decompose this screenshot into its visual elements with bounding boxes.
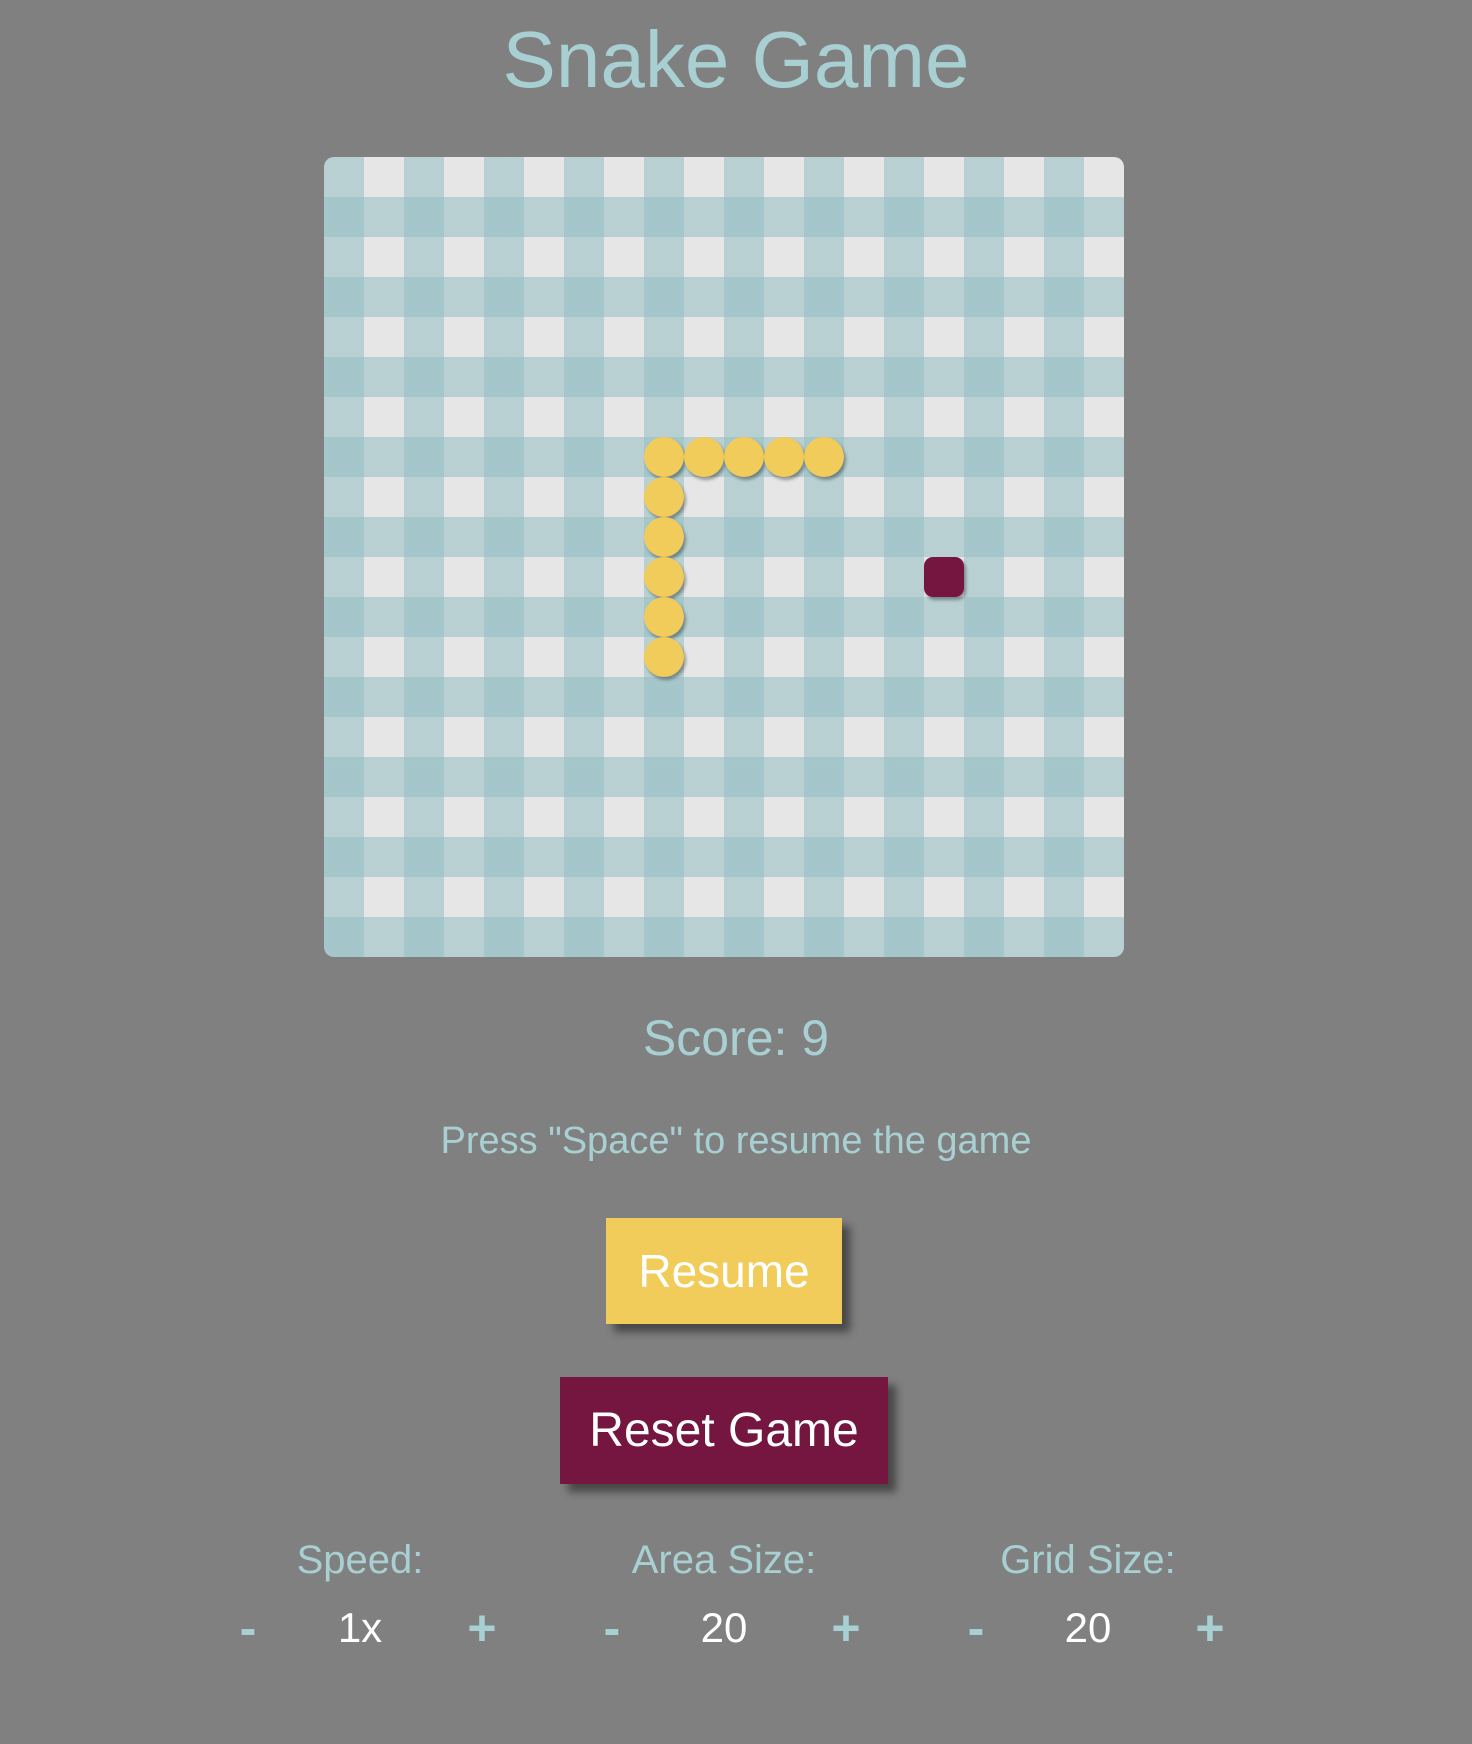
snake-segment xyxy=(724,437,764,477)
speed-increase-button[interactable]: + xyxy=(452,1598,512,1658)
game-board[interactable] xyxy=(324,157,1124,957)
score-display: Score: 9 xyxy=(642,1010,830,1066)
speed-label: Speed: xyxy=(296,1538,424,1582)
area-size-label: Area Size: xyxy=(631,1538,817,1582)
snake-segment xyxy=(644,517,684,557)
speed-value: 1x xyxy=(337,1604,383,1651)
resume-hint: Press "Space" to resume the game xyxy=(440,1120,1032,1162)
resume-button[interactable]: Resume xyxy=(606,1218,842,1324)
grid-size-increase-button[interactable]: + xyxy=(1180,1598,1240,1658)
food-item xyxy=(924,557,964,597)
snake-segment xyxy=(644,477,684,517)
snake-segment xyxy=(804,437,844,477)
page-title: Snake Game xyxy=(502,15,970,104)
snake-head xyxy=(644,437,684,477)
snake-segment xyxy=(644,637,684,677)
snake-segment xyxy=(764,437,804,477)
area-size-decrease-button[interactable]: - xyxy=(582,1598,642,1658)
snake-segment xyxy=(684,437,724,477)
grid-size-decrease-button[interactable]: - xyxy=(946,1598,1006,1658)
speed-decrease-button[interactable]: - xyxy=(218,1598,278,1658)
snake-segment xyxy=(644,597,684,637)
snake-segment xyxy=(644,557,684,597)
area-size-value: 20 xyxy=(700,1604,748,1651)
grid-size-value: 20 xyxy=(1064,1604,1112,1651)
reset-game-button[interactable]: Reset Game xyxy=(560,1377,888,1484)
area-size-increase-button[interactable]: + xyxy=(816,1598,876,1658)
grid-size-label: Grid Size: xyxy=(1000,1538,1176,1582)
